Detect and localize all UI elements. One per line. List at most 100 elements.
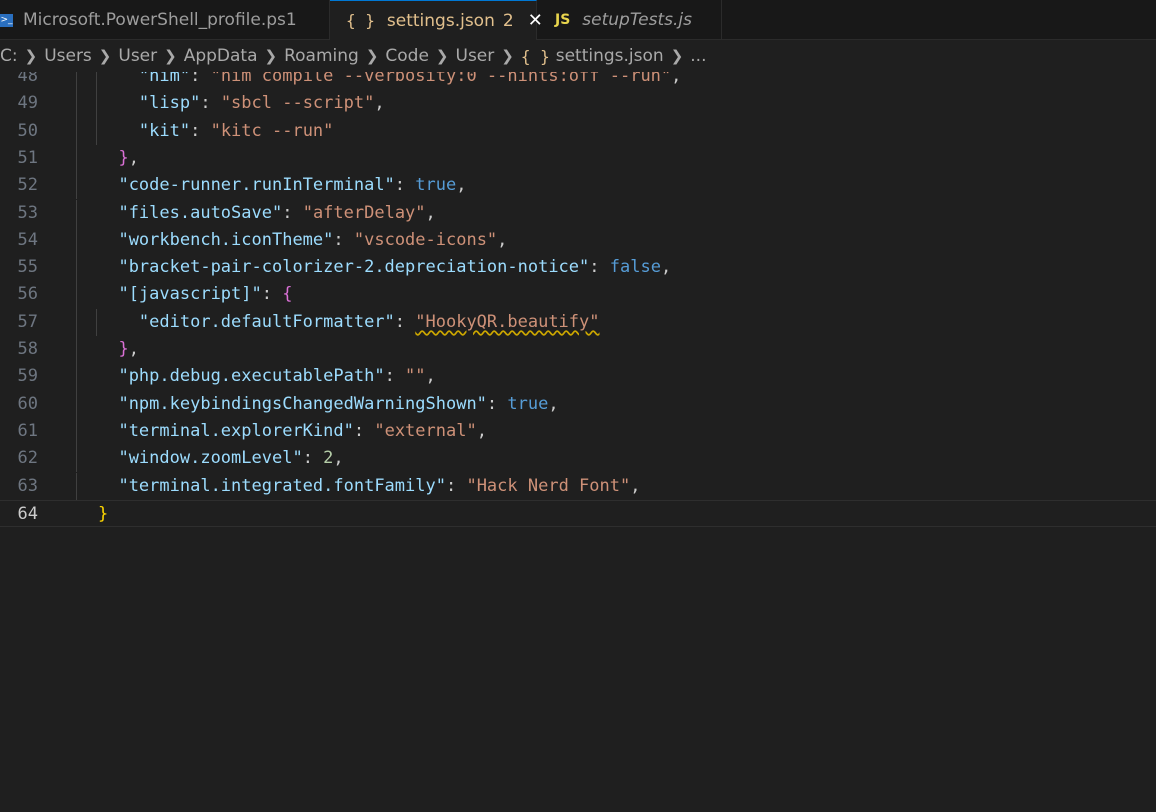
code-line[interactable]: 59 "php.debug.executablePath": "", [0,363,1156,391]
code-line[interactable]: 63 "terminal.integrated.fontFamily": "Hac… [0,472,1156,500]
chevron-right-icon: ❯ [670,47,684,65]
json-comma: , [548,393,559,414]
code-editor[interactable]: 48 "nim": "nim compile --verbosity:0 --hi… [0,72,1156,812]
json-key: "bracket-pair-colorizer-2.depreciation-n… [118,257,590,278]
opening-brace: { [282,284,293,305]
json-colon: : [190,72,211,86]
line-number: 55 [17,257,38,278]
indent-guide [96,308,98,336]
code-line[interactable]: 56 "[javascript]": { [0,281,1156,309]
code-line[interactable]: 50 "kit": "kitc --run" [0,117,1156,145]
line-number: 64 [17,503,38,524]
json-colon: : [353,420,375,441]
closing-brace: } [118,147,129,168]
json-colon: : [394,175,416,196]
code-line[interactable]: 64} [0,499,1156,528]
line-number: 61 [17,420,38,441]
json-braces-icon: { } [346,11,375,30]
js-icon: JS [555,12,571,28]
indent-guide [76,445,77,473]
code-text: "php.debug.executablePath": "", [118,363,435,390]
json-value: "afterDelay" [302,202,426,223]
indent-guide [76,226,77,255]
json-comma: , [374,93,385,114]
chevron-right-icon: ❯ [164,47,177,65]
json-key: "terminal.explorerKind" [118,420,354,441]
json-value: 2 [323,448,334,469]
indent-guide [76,281,77,309]
json-colon: : [394,311,416,332]
indent-guide [76,199,77,227]
code-line[interactable]: 54 "workbench.iconTheme": "vscode-icons", [0,226,1156,255]
json-value: false [609,257,661,278]
code-text: "kit": "kitc --run" [139,118,334,145]
breadcrumb-item[interactable]: AppData [184,46,258,66]
chevron-right-icon: ❯ [365,47,379,65]
chevron-right-icon: ❯ [264,47,278,65]
code-text: "lisp": "sbcl --script", [139,90,385,117]
code-line[interactable]: 60 "npm.keybindingsChangedWarningShown": … [0,390,1156,418]
code-line[interactable]: 58}, [0,336,1156,364]
breadcrumb-item[interactable]: User [118,46,157,66]
json-key: "nim" [138,72,191,86]
code-line[interactable]: 52 "code-runner.runInTerminal": true, [0,172,1156,200]
tab-label: setupTests.js [582,10,692,30]
problem-count-badge: 2 [502,10,514,31]
breadcrumb-item-symbol[interactable]: ... [690,46,706,66]
indent-guide [76,254,77,282]
line-number: 56 [17,284,38,305]
code-text: } [98,501,108,528]
breadcrumb-item[interactable]: User [456,46,495,66]
json-value: "nim compile --verbosity:0 --hints:off -… [210,72,672,86]
indent-guide [76,72,77,91]
json-value: "external" [374,420,477,441]
line-number: 60 [17,393,38,414]
code-text: "terminal.explorerKind": "external", [118,418,487,445]
line-number: 63 [17,475,38,496]
json-colon: : [261,284,283,305]
chevron-right-icon: ❯ [501,47,514,65]
json-key: "kit" [138,120,191,141]
code-text: "files.autoSave": "afterDelay", [118,200,435,227]
json-colon: : [282,202,303,223]
breadcrumb-item-file[interactable]: settings.json [556,46,664,66]
code-text: "window.zoomLevel": 2, [118,445,343,472]
code-line[interactable]: 57 "editor.defaultFormatter": "HookyQR.be… [0,308,1156,336]
indent-guide [76,417,77,446]
json-value: "HookyQR.beautify" [415,311,600,332]
json-value: "vscode-icons" [353,229,498,250]
json-colon: : [190,120,211,141]
indent-guide [76,390,77,418]
tab-label: Microsoft.PowerShell_profile.ps1 [23,10,297,30]
json-value: true [415,175,457,196]
breadcrumb-item[interactable]: Users [44,46,92,66]
code-text: "code-runner.runInTerminal": true, [118,172,466,199]
code-line[interactable]: 53 "files.autoSave": "afterDelay", [0,199,1156,227]
code-line[interactable]: 55 "bracket-pair-colorizer-2.depreciation… [0,254,1156,282]
json-colon: : [445,475,467,496]
json-value: "" [405,366,426,387]
json-comma: , [456,175,467,196]
json-comma: , [660,257,672,278]
line-number: 53 [17,202,38,223]
json-comma: , [497,229,508,250]
breadcrumb-item[interactable]: C: [0,46,18,66]
breadcrumb-item[interactable]: Roaming [284,46,359,66]
tab-powershell-profile[interactable]: >_ Microsoft.PowerShell_profile.ps1 [0,0,330,40]
breadcrumb-item[interactable]: Code [385,46,429,66]
code-line[interactable]: 48 "nim": "nim compile --verbosity:0 --hi… [0,72,1156,91]
json-comma: , [425,366,436,387]
json-key: "npm.keybindingsChangedWarningShown" [118,393,487,414]
tab-setup-tests[interactable]: JS setupTests.js [537,0,722,40]
line-number: 49 [17,93,38,114]
code-text: "[javascript]": { [118,281,292,308]
json-colon: : [302,448,324,469]
tab-settings-json[interactable]: { } settings.json 2 ✕ [330,0,543,40]
json-colon: : [486,393,508,414]
code-line[interactable]: 49 "lisp": "sbcl --script", [0,90,1156,118]
code-line[interactable]: 51}, [0,144,1156,173]
indent-guide [96,117,98,145]
code-line[interactable]: 62 "window.zoomLevel": 2, [0,445,1156,473]
line-number: 58 [17,339,38,359]
code-line[interactable]: 61 "terminal.explorerKind": "external", [0,417,1156,446]
